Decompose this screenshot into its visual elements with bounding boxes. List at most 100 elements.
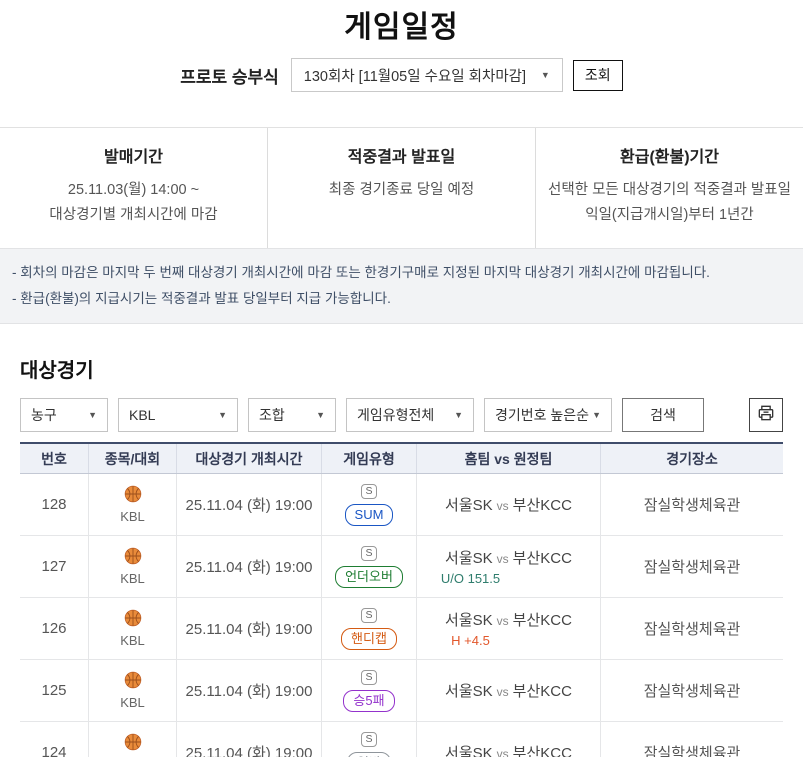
- teams-cell: 서울SK vs 부산KCC: [416, 722, 600, 757]
- venue: 잠실학생체육관: [600, 660, 783, 722]
- teams-cell: 서울SK vs 부산KCC H +4.5: [416, 598, 600, 660]
- home-team: 서울SK: [445, 745, 493, 757]
- game-number: 124: [20, 722, 88, 757]
- home-team: 서울SK: [445, 497, 493, 514]
- basketball-icon: [124, 547, 142, 569]
- game-type-select-value: 게임유형전체: [357, 405, 434, 425]
- away-team: 부산KCC: [513, 745, 572, 757]
- start-time: 25.11.04 (화) 19:00: [176, 474, 321, 536]
- info-title: 환급(환불)기간: [544, 143, 795, 167]
- vs-label: vs: [497, 685, 509, 699]
- league-name: KBL: [120, 633, 145, 648]
- game-number: 127: [20, 536, 88, 598]
- basketball-icon: [124, 609, 142, 631]
- teams-cell: 서울SKvs부산KCC U/O 151.5: [416, 536, 600, 598]
- league-select[interactable]: KBL▼: [118, 398, 238, 432]
- target-games-section-title: 대상경기: [20, 354, 803, 383]
- table-row: 124 KBL 25.11.04 (화) 19:00 S 일반 서울SKvs부산…: [20, 722, 783, 757]
- table-row: 127 KBL 25.11.04 (화) 19:00 S 언더오버 서울SK vs…: [20, 536, 783, 598]
- vs-label: vs: [497, 552, 509, 566]
- game-type-cell: S 핸디캡: [321, 598, 416, 660]
- away-team: 부산KCC: [513, 612, 572, 629]
- header-sport-league: 종목/대회: [88, 444, 176, 473]
- round-select-dropdown[interactable]: 130회차 [11월05일 수요일 회차마감] ▼: [291, 58, 563, 92]
- chevron-down-icon: ▼: [541, 70, 550, 80]
- sort-select[interactable]: 경기번호 높은순▼: [484, 398, 612, 432]
- game-type-cell: S 일반: [321, 722, 416, 757]
- league-name: KBL: [120, 571, 145, 586]
- handicap-sum-value: U/O 151.5: [441, 571, 500, 586]
- league-name: KBL: [120, 509, 145, 524]
- basketball-icon: [124, 671, 142, 693]
- sort-select-value: 경기번호 높은순: [495, 405, 589, 425]
- sport-league-cell: KBL: [88, 722, 176, 757]
- chevron-down-icon: ▼: [454, 410, 463, 420]
- chevron-down-icon: ▼: [316, 410, 325, 420]
- round-selector-label: 프로토 승부식: [180, 63, 279, 88]
- games-table: 번호 종목/대회 대상경기 개최시간 게임유형 홈팀 vs 원정팀 경기장소 1…: [20, 442, 783, 757]
- info-line: 대상경기별 개최시간에 마감: [8, 203, 259, 228]
- game-type-badge: 승5패: [343, 690, 394, 712]
- single-chip-icon: S: [361, 732, 377, 747]
- match-teams: 서울SKvs부산KCC: [445, 680, 572, 701]
- header-start-time: 대상경기 개최시간: [176, 444, 321, 473]
- chevron-down-icon: ▼: [218, 410, 227, 420]
- vs-label: vs: [497, 499, 509, 513]
- info-line: 25.11.03(월) 14:00 ~: [8, 178, 259, 203]
- single-chip-icon: S: [361, 608, 377, 623]
- game-schedule-page: 게임일정 프로토 승부식 130회차 [11월05일 수요일 회차마감] ▼ 조…: [0, 0, 803, 757]
- info-col-refund-period: 환급(환불)기간 선택한 모든 대상경기의 적중결과 발표일 익일(지급개시일)…: [535, 128, 803, 248]
- basketball-icon: [124, 485, 142, 507]
- game-type-select[interactable]: 게임유형전체 ▼: [346, 398, 474, 432]
- vs-label: vs: [497, 747, 509, 757]
- combo-select[interactable]: 조합 ▼: [248, 398, 336, 432]
- sale-info-strip: 발매기간 25.11.03(월) 14:00 ~ 대상경기별 개최시간에 마감 …: [0, 127, 803, 248]
- game-type-badge: 언더오버: [335, 566, 403, 588]
- filter-row: 농구▼ KBL▼ 조합▼ 게임유형전체▼ 경기번호 높은순▼ 검색: [20, 398, 783, 432]
- inquiry-button[interactable]: 조회: [573, 60, 623, 91]
- venue: 잠실학생체육관: [600, 598, 783, 660]
- table-row: 128 KBL 25.11.04 (화) 19:00 S SUM 서울SKvs부…: [20, 474, 783, 536]
- info-col-sale-period: 발매기간 25.11.03(월) 14:00 ~ 대상경기별 개최시간에 마감: [0, 128, 267, 248]
- single-chip-icon: S: [361, 670, 377, 685]
- home-team: 서울SK: [445, 612, 493, 629]
- start-time: 25.11.04 (화) 19:00: [176, 536, 321, 598]
- header-teams: 홈팀 vs 원정팀: [416, 444, 600, 473]
- home-team: 서울SK: [445, 550, 493, 567]
- vs-label: vs: [497, 614, 509, 628]
- handicap-sum-value: H +4.5: [451, 633, 490, 648]
- game-type-badge: SUM: [345, 504, 394, 526]
- header-game-type: 게임유형: [321, 444, 416, 473]
- table-row: 126 KBL 25.11.04 (화) 19:00 S 핸디캡 서울SKvs부…: [20, 598, 783, 660]
- chevron-down-icon: ▼: [88, 410, 97, 420]
- league-name: KBL: [120, 695, 145, 710]
- sport-league-cell: KBL: [88, 536, 176, 598]
- sport-select[interactable]: 농구 ▼: [20, 398, 108, 432]
- print-button[interactable]: [749, 398, 783, 432]
- match-teams: 서울SK vs 부산KCC: [445, 609, 572, 630]
- game-type-cell: S SUM: [321, 474, 416, 536]
- game-type-cell: S 언더오버: [321, 536, 416, 598]
- notice-line: - 회차의 마감은 마지막 두 번째 대상경기 개최시간에 마감 또는 한경기구…: [12, 260, 791, 286]
- basketball-icon: [124, 733, 142, 755]
- sport-select-value: 농구: [31, 405, 57, 425]
- info-col-result-date: 적중결과 발표일 최종 경기종료 당일 예정: [267, 128, 535, 248]
- notice-box: - 회차의 마감은 마지막 두 번째 대상경기 개최시간에 마감 또는 한경기구…: [0, 248, 803, 324]
- round-select-value: 130회차 [11월05일 수요일 회차마감]: [304, 65, 526, 86]
- table-header-row: 번호 종목/대회 대상경기 개최시간 게임유형 홈팀 vs 원정팀 경기장소: [20, 444, 783, 474]
- start-time: 25.11.04 (화) 19:00: [176, 598, 321, 660]
- game-number: 128: [20, 474, 88, 536]
- search-button[interactable]: 검색: [622, 398, 704, 432]
- info-line: 최종 경기종료 당일 예정: [276, 178, 527, 203]
- match-teams: 서울SK vs 부산KCC: [445, 742, 572, 757]
- combo-select-value: 조합: [259, 405, 285, 425]
- round-selector-row: 프로토 승부식 130회차 [11월05일 수요일 회차마감] ▼ 조회: [0, 58, 803, 92]
- table-body: 128 KBL 25.11.04 (화) 19:00 S SUM 서울SK vs 부…: [20, 474, 783, 757]
- header-venue: 경기장소: [600, 444, 783, 473]
- away-team: 부산KCC: [513, 683, 572, 700]
- notice-line: - 환급(환불)의 지급시기는 적중결과 발표 당일부터 지급 가능합니다.: [12, 286, 791, 312]
- page-title: 게임일정: [0, 0, 803, 48]
- sport-league-cell: KBL: [88, 598, 176, 660]
- start-time: 25.11.04 (화) 19:00: [176, 660, 321, 722]
- venue: 잠실학생체육관: [600, 536, 783, 598]
